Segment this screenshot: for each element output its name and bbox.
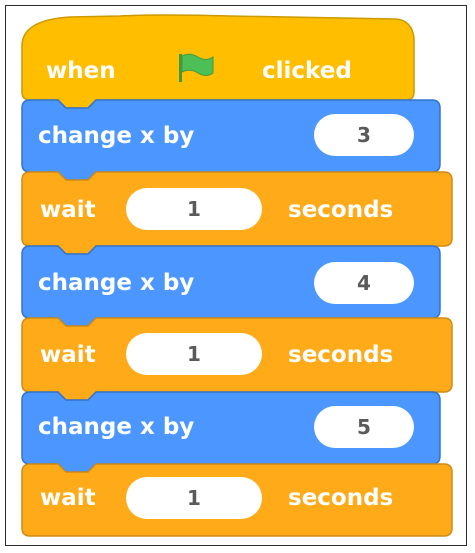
seconds-label: seconds [288, 197, 394, 223]
wait-duration-input[interactable]: 1 [126, 188, 262, 230]
seconds-label: seconds [288, 485, 394, 511]
x-amount-input[interactable]: 3 [314, 114, 414, 156]
change-x-label: change x by [38, 123, 195, 149]
change-x-block[interactable]: change x by 4 [0, 245, 475, 328]
wait-block[interactable]: wait 1 seconds [0, 317, 475, 402]
change-x-block[interactable]: change x by 3 [0, 99, 475, 182]
change-x-label: change x by [38, 414, 195, 440]
when-flag-clicked-block[interactable]: when clicked [0, 0, 475, 110]
clicked-label: clicked [262, 58, 352, 84]
green-flag-icon[interactable] [176, 53, 216, 83]
wait-label: wait [40, 485, 96, 511]
when-label: when [46, 58, 116, 84]
wait-block[interactable]: wait 1 seconds [0, 171, 475, 256]
change-x-label: change x by [38, 270, 195, 296]
code-script-stack: when clicked change x by 3 wait 1 second… [0, 0, 475, 553]
x-amount-input[interactable]: 5 [314, 406, 414, 448]
hat-block-shape [21, 14, 415, 109]
wait-duration-input[interactable]: 1 [126, 477, 262, 519]
wait-label: wait [40, 342, 96, 368]
wait-label: wait [40, 197, 96, 223]
seconds-label: seconds [288, 342, 394, 368]
wait-duration-input[interactable]: 1 [126, 333, 262, 375]
change-x-block[interactable]: change x by 5 [0, 391, 475, 474]
x-amount-input[interactable]: 4 [314, 262, 414, 304]
wait-block[interactable]: wait 1 seconds [0, 463, 475, 548]
